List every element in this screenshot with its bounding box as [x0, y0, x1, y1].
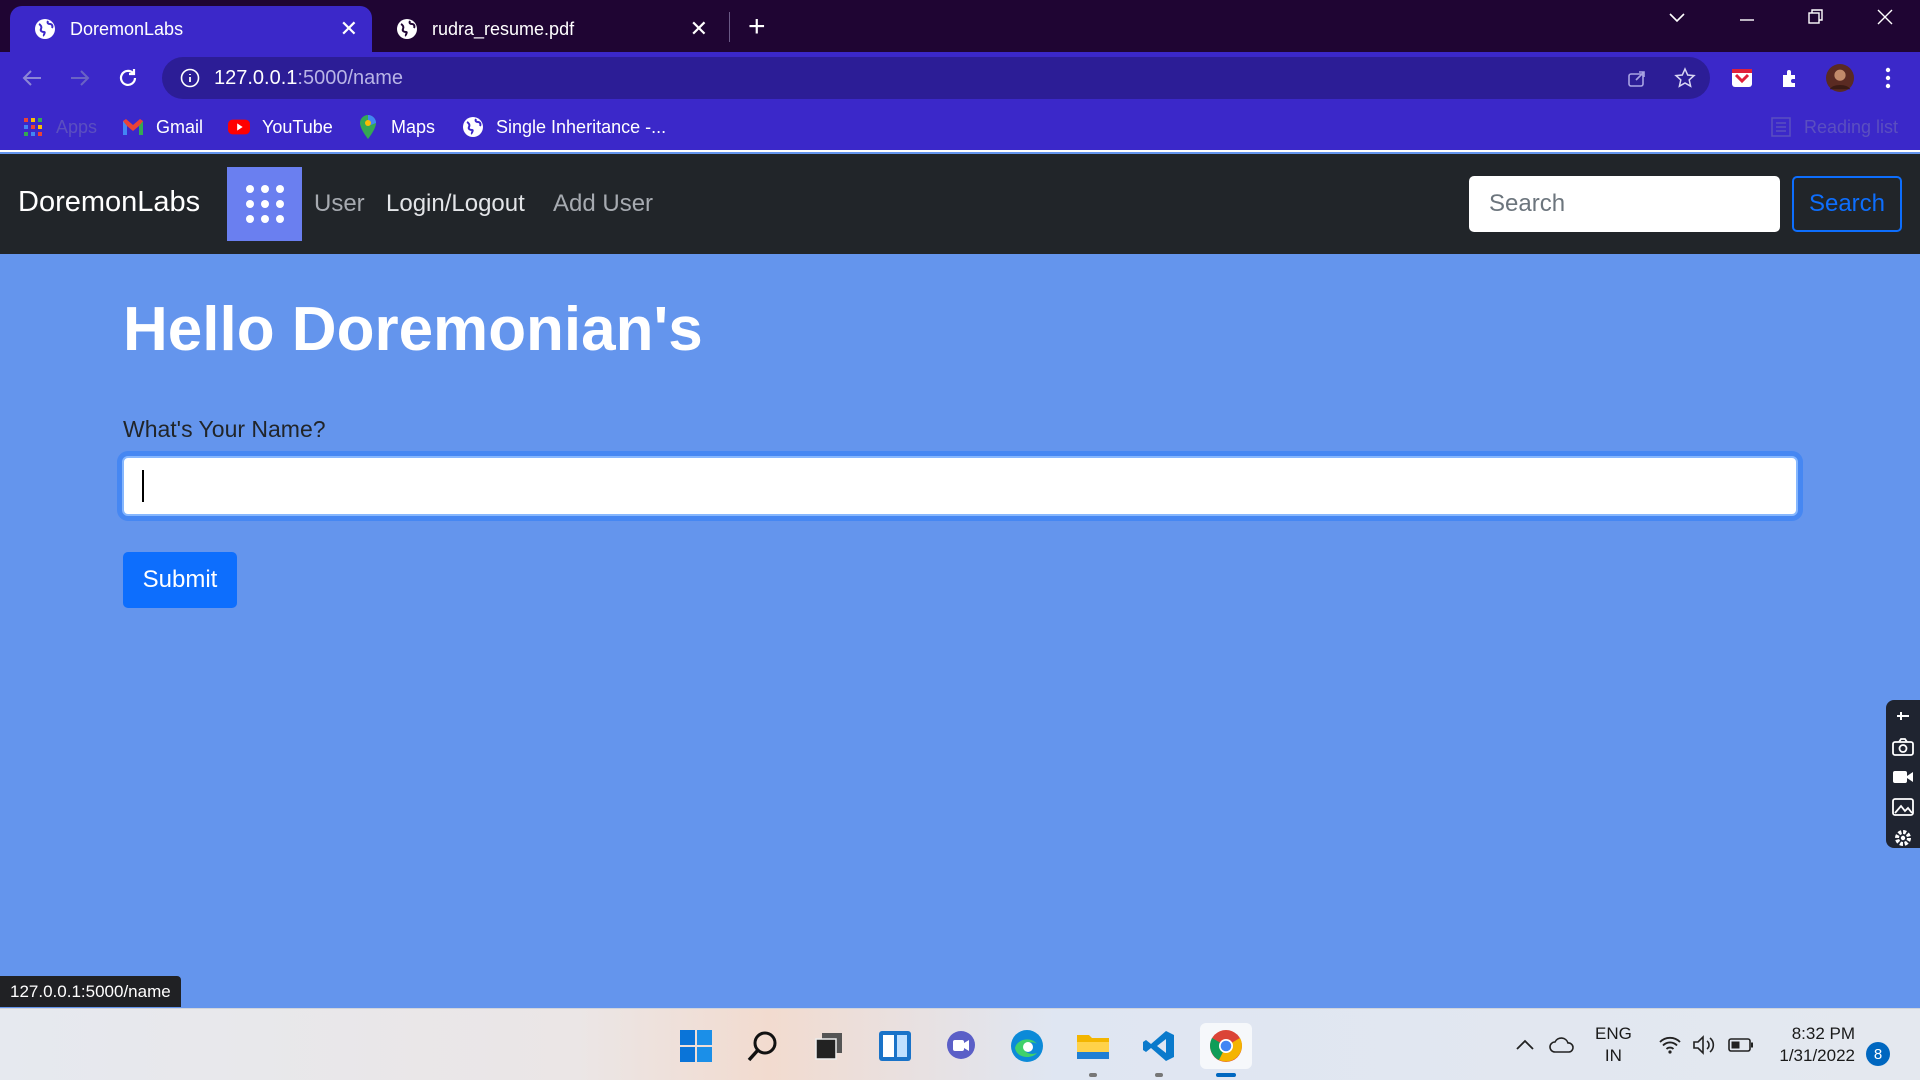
running-indicator	[1089, 1073, 1097, 1077]
address-url: 127.0.0.1:5000/name	[214, 66, 404, 89]
apps-grid-button[interactable]	[227, 167, 302, 241]
close-tab-icon[interactable]: ✕	[340, 18, 358, 40]
volume-icon[interactable]	[1692, 1009, 1716, 1080]
bookmark-gmail[interactable]: Gmail	[122, 114, 203, 140]
bookmark-youtube[interactable]: YouTube	[228, 114, 333, 140]
tab-title: DoremonLabs	[70, 18, 184, 39]
forward-arrow-icon[interactable]	[64, 62, 96, 94]
minimize-icon[interactable]	[1738, 8, 1756, 32]
globe-icon	[397, 19, 417, 39]
widgets-icon[interactable]	[872, 1023, 918, 1069]
apps-grid-icon	[22, 116, 44, 138]
name-input[interactable]	[122, 456, 1798, 516]
edge-browser-icon[interactable]	[1004, 1023, 1050, 1069]
address-bar[interactable]: 127.0.0.1:5000/name	[162, 57, 1710, 99]
nav-link-add-user[interactable]: Add User	[553, 190, 653, 218]
task-view-icon[interactable]	[806, 1023, 852, 1069]
clock-date: 1/31/2022	[1779, 1046, 1855, 1065]
new-tab-plus-icon[interactable]: +	[748, 10, 766, 44]
bookmark-star-icon[interactable]	[1674, 67, 1696, 89]
restore-icon[interactable]	[1807, 8, 1825, 32]
tab-rudra-resume[interactable]: rudra_resume.pdf ✕	[372, 6, 722, 52]
bookmark-maps[interactable]: Maps	[357, 114, 435, 140]
youtube-icon	[228, 116, 250, 138]
battery-icon[interactable]	[1728, 1009, 1754, 1080]
reading-list[interactable]: Reading list	[1770, 114, 1898, 140]
close-window-icon[interactable]	[1876, 8, 1894, 32]
share-icon[interactable]	[1626, 67, 1648, 89]
onedrive-cloud-icon[interactable]	[1548, 1009, 1576, 1080]
site-info-icon[interactable]	[180, 68, 200, 88]
gallery-icon[interactable]	[1891, 797, 1915, 817]
tab-doremonlabs[interactable]: DoremonLabs ✕	[10, 6, 372, 52]
file-explorer-icon[interactable]	[1070, 1023, 1116, 1077]
text-caret	[142, 470, 144, 502]
chrome-icon[interactable]	[1200, 1023, 1252, 1077]
capture-side-widget	[1886, 700, 1920, 848]
close-tab-icon[interactable]: ✕	[690, 18, 708, 40]
search-button[interactable]: Search	[1792, 176, 1902, 232]
pin-icon[interactable]	[1891, 706, 1915, 726]
grid-dot	[260, 215, 269, 223]
wifi-icon[interactable]	[1658, 1009, 1682, 1080]
tab-search-chevron-icon[interactable]	[1668, 8, 1686, 32]
name-field-label: What's Your Name?	[123, 416, 326, 442]
reading-list-icon	[1770, 116, 1792, 138]
grid-dot	[245, 200, 254, 208]
running-indicator	[1155, 1073, 1163, 1077]
back-arrow-icon[interactable]	[16, 62, 48, 94]
submit-button[interactable]: Submit	[123, 552, 237, 608]
pocket-extension-icon[interactable]	[1728, 64, 1756, 92]
grid-dot	[245, 215, 254, 223]
grid-dot	[245, 185, 254, 193]
extensions-puzzle-icon[interactable]	[1777, 64, 1805, 92]
show-hidden-icons-chevron[interactable]	[1515, 1009, 1535, 1080]
browser-toolbar: 127.0.0.1:5000/name	[0, 52, 1920, 104]
camera-icon[interactable]	[1891, 736, 1915, 756]
tab-separator	[729, 12, 730, 42]
settings-gear-icon[interactable]	[1891, 828, 1915, 848]
tab-title: rudra_resume.pdf	[432, 18, 575, 39]
grid-dot	[260, 185, 269, 193]
browser-menu-icon[interactable]	[1874, 64, 1902, 92]
vscode-icon[interactable]	[1136, 1023, 1182, 1077]
video-camera-icon[interactable]	[1891, 767, 1915, 787]
search-input[interactable]	[1469, 176, 1780, 232]
globe-icon	[35, 19, 55, 39]
windows-taskbar: ENG IN 8:32 PM 1/31/2022 8	[0, 1008, 1920, 1080]
page-heading: Hello Doremonian's	[123, 295, 703, 364]
navbar-brand[interactable]: DoremonLabs	[18, 186, 200, 219]
site-navbar: DoremonLabs User Login/Logout Add User S…	[0, 154, 1920, 254]
bookmark-single-inheritance[interactable]: Single Inheritance -...	[462, 114, 666, 140]
search-icon[interactable]	[740, 1023, 786, 1069]
grid-dot	[275, 200, 284, 208]
windows-start-icon[interactable]	[673, 1023, 719, 1069]
clock-time: 8:32 PM	[1791, 1024, 1855, 1043]
bookmarks-bar: Apps Gmail YouTube Maps Single Inheritan…	[0, 104, 1920, 152]
nav-link-login-logout[interactable]: Login/Logout	[386, 190, 525, 218]
notification-count-badge[interactable]: 8	[1866, 1042, 1890, 1066]
status-url-bubble: 127.0.0.1:5000/name	[0, 976, 181, 1007]
grid-dot	[275, 215, 284, 223]
maps-icon	[357, 115, 379, 139]
input-language-indicator[interactable]: ENG IN	[1595, 1023, 1632, 1067]
reload-icon[interactable]	[112, 62, 144, 94]
browser-tab-strip: DoremonLabs ✕ rudra_resume.pdf ✕ +	[0, 0, 1920, 52]
globe-icon	[462, 116, 484, 138]
grid-dot	[275, 185, 284, 193]
teams-chat-icon[interactable]	[938, 1023, 984, 1069]
profile-avatar[interactable]	[1826, 64, 1854, 92]
system-clock[interactable]: 8:32 PM 1/31/2022	[1775, 1023, 1855, 1067]
nav-link-user[interactable]: User	[314, 190, 365, 218]
bookmark-apps[interactable]: Apps	[22, 114, 97, 140]
grid-dot	[260, 200, 269, 208]
gmail-icon	[122, 116, 144, 138]
active-indicator	[1216, 1073, 1236, 1077]
